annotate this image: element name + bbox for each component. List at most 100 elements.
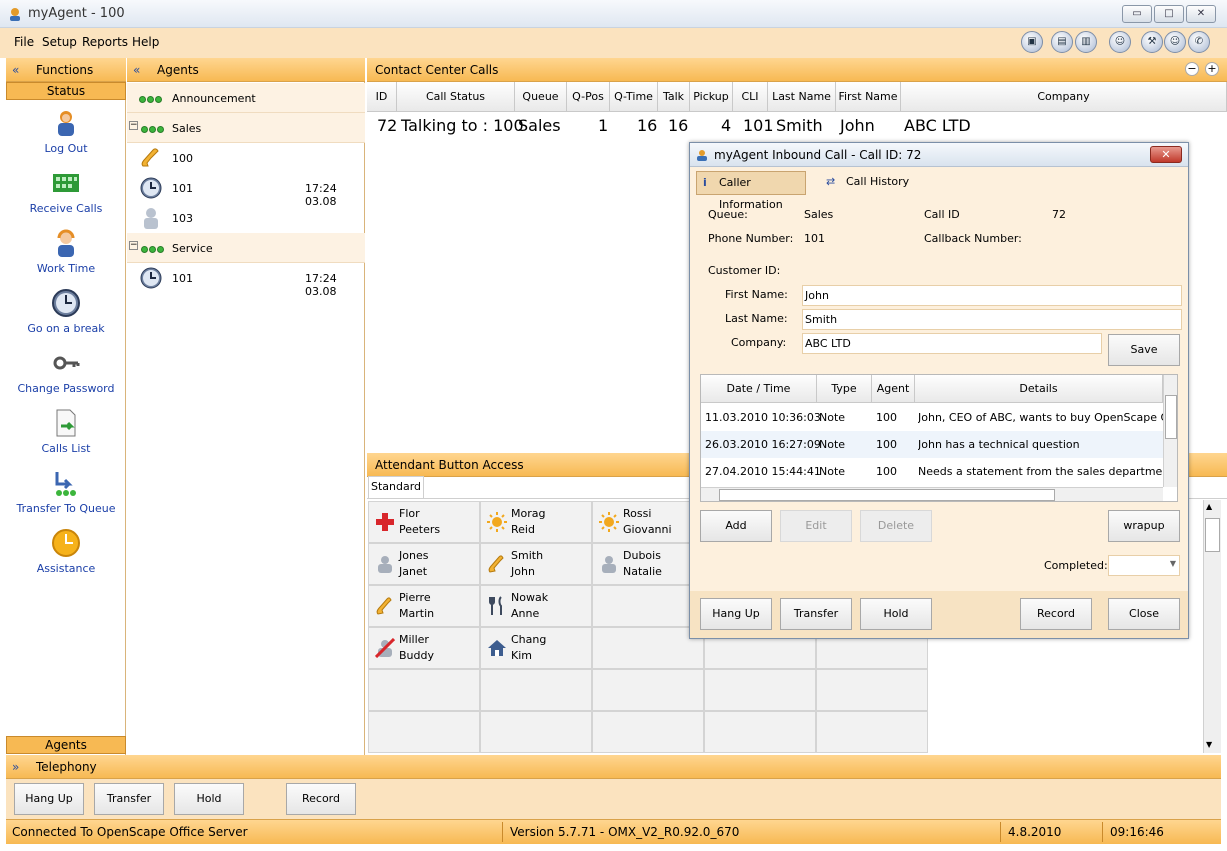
tab-call-history[interactable]: ⇄ Call History [824, 171, 934, 195]
dialog-close-button[interactable]: Close [1108, 598, 1180, 630]
phone-toolbar-icon[interactable]: ✆ [1188, 31, 1210, 53]
menu-file[interactable]: File [14, 35, 34, 49]
agent-row[interactable]: 101 17:24 03.08 [127, 263, 365, 298]
expand-telephony-icon[interactable]: » [12, 760, 19, 774]
group-service[interactable]: − Service [127, 233, 365, 263]
dialog-hold-button[interactable]: Hold [860, 598, 932, 630]
attendant-button[interactable]: Morag Reid [480, 501, 592, 543]
collapse-service-icon[interactable]: − [129, 241, 138, 250]
col-type[interactable]: Type [817, 375, 872, 403]
col-q-time[interactable]: Q-Time [610, 82, 658, 112]
delete-button[interactable]: Delete [860, 510, 932, 542]
go-on-break-button[interactable]: Go on a break [6, 288, 126, 335]
attendant-button-empty[interactable] [368, 669, 480, 711]
close-window-button[interactable]: ✕ [1186, 5, 1216, 23]
collapse-calls-icon[interactable]: − [1185, 62, 1199, 76]
attendant-scrollbar[interactable]: ▲ ▼ [1203, 500, 1221, 753]
history-hscroll-thumb[interactable] [719, 489, 1055, 501]
tab-standard[interactable]: Standard [368, 476, 424, 498]
collapse-sales-icon[interactable]: − [129, 121, 138, 130]
scroll-up-icon[interactable]: ▲ [1206, 502, 1212, 511]
attendant-button-empty[interactable] [480, 669, 592, 711]
call-row[interactable]: 72 Talking to : 100 Sales 1 16 16 4 101 … [367, 113, 1227, 137]
attendant-button-empty[interactable] [592, 585, 704, 627]
dialog-hang-up-button[interactable]: Hang Up [700, 598, 772, 630]
col-agent[interactable]: Agent [872, 375, 915, 403]
company-field[interactable]: ABC LTD [802, 333, 1102, 354]
first-name-field[interactable]: John [802, 285, 1182, 306]
attendant-button[interactable]: Smith John [480, 543, 592, 585]
dialog-close-icon[interactable]: ✕ [1150, 146, 1182, 163]
messenger-icon[interactable]: ▤ [1051, 31, 1073, 53]
agent-row[interactable]: 103 [127, 203, 365, 233]
work-time-button[interactable]: Work Time [6, 228, 126, 275]
transfer-button[interactable]: Transfer [94, 783, 164, 815]
col-date-time[interactable]: Date / Time [701, 375, 817, 403]
announcement-row[interactable]: Announcement [127, 83, 365, 113]
scroll-thumb[interactable] [1205, 518, 1220, 552]
user-icon[interactable]: ☺ [1109, 31, 1131, 53]
attendant-button[interactable]: Pierre Martin [368, 585, 480, 627]
hold-button[interactable]: Hold [174, 783, 244, 815]
attendant-button[interactable]: Nowak Anne [480, 585, 592, 627]
windows-icon[interactable]: ▣ [1021, 31, 1043, 53]
attendant-button[interactable]: Miller Buddy [368, 627, 480, 669]
tab-caller-information[interactable]: i Caller Information [696, 171, 806, 211]
history-row[interactable]: 27.04.2010 15:44:41 Note 100 Needs a sta… [701, 458, 1163, 485]
attendant-button[interactable]: Rossi Giovanni [592, 501, 704, 543]
agent-row[interactable]: 100 [127, 143, 365, 173]
attendant-button-empty[interactable] [816, 669, 928, 711]
add-button[interactable]: Add [700, 510, 772, 542]
menu-setup[interactable]: Setup [42, 35, 77, 49]
record-button[interactable]: Record [286, 783, 356, 815]
assistance-button[interactable]: Assistance [6, 528, 126, 575]
log-out-button[interactable]: Log Out [6, 108, 126, 155]
save-button[interactable]: Save [1108, 334, 1180, 366]
col-details[interactable]: Details [915, 375, 1163, 403]
attendant-button-empty[interactable] [704, 669, 816, 711]
menu-reports[interactable]: Reports [82, 35, 128, 49]
completed-select[interactable]: ▼ [1108, 555, 1180, 576]
attendant-button-empty[interactable] [480, 711, 592, 753]
attendant-button[interactable]: Dubois Natalie [592, 543, 704, 585]
attendant-button-empty[interactable] [704, 711, 816, 753]
col-first-name[interactable]: First Name [836, 82, 901, 112]
attendant-button-empty[interactable] [592, 711, 704, 753]
attendant-button[interactable]: Flor Peeters [368, 501, 480, 543]
history-row[interactable]: 26.03.2010 16:27:09 Note 100 John has a … [701, 431, 1163, 458]
tools-icon[interactable]: ⚒ [1141, 31, 1163, 53]
col-queue[interactable]: Queue [515, 82, 567, 112]
history-row[interactable]: 11.03.2010 10:36:03 Note 100 John, CEO o… [701, 404, 1163, 431]
col-pickup[interactable]: Pickup [690, 82, 733, 112]
agents-tab[interactable]: Agents [6, 736, 126, 754]
dialog-transfer-button[interactable]: Transfer [780, 598, 852, 630]
last-name-field[interactable]: Smith [802, 309, 1182, 330]
dialog-record-button[interactable]: Record [1020, 598, 1092, 630]
agent-icon[interactable]: ☺ [1164, 31, 1186, 53]
menu-help[interactable]: Help [132, 35, 159, 49]
calls-list-button[interactable]: Calls List [6, 408, 126, 455]
history-hscroll[interactable] [701, 487, 1163, 501]
attendant-button-empty[interactable] [368, 711, 480, 753]
col-q-pos[interactable]: Q-Pos [567, 82, 610, 112]
attendant-button-empty[interactable] [592, 627, 704, 669]
attendant-button-empty[interactable] [592, 669, 704, 711]
maximize-button[interactable]: □ [1154, 5, 1184, 23]
wrapup-button[interactable]: wrapup [1108, 510, 1180, 542]
status-tab[interactable]: Status [6, 82, 126, 100]
collapse-icon[interactable]: « [12, 63, 19, 77]
col-cli[interactable]: CLI [733, 82, 768, 112]
collapse-agents-icon[interactable]: « [133, 63, 140, 77]
col-company[interactable]: Company [901, 82, 1227, 112]
attendant-button[interactable]: Chang Kim [480, 627, 592, 669]
directory-icon[interactable]: ▥ [1075, 31, 1097, 53]
receive-calls-button[interactable]: Receive Calls [6, 168, 126, 215]
agent-row[interactable]: 101 17:24 03.08 [127, 173, 365, 208]
col-call-status[interactable]: Call Status [397, 82, 515, 112]
col-id[interactable]: ID [367, 82, 397, 112]
hang-up-button[interactable]: Hang Up [14, 783, 84, 815]
edit-button[interactable]: Edit [780, 510, 852, 542]
attendant-button-empty[interactable] [816, 711, 928, 753]
history-vscroll-thumb[interactable] [1165, 395, 1177, 439]
transfer-to-queue-button[interactable]: Transfer To Queue [6, 468, 126, 515]
